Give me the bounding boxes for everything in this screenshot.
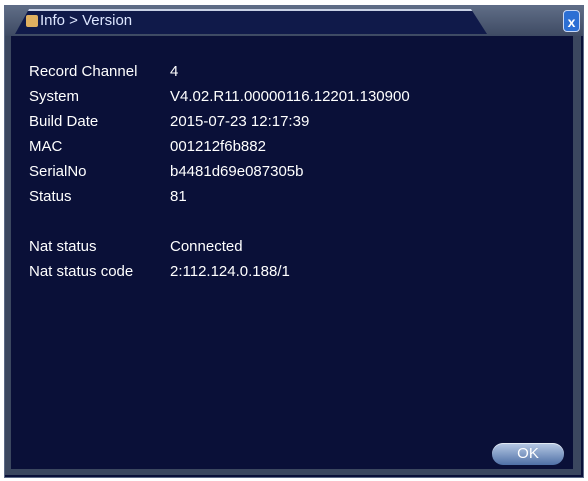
value: 2:112.124.0.188/1 — [170, 263, 290, 280]
label: Build Date — [29, 113, 99, 130]
close-icon: x — [567, 14, 576, 30]
label: Nat status — [29, 238, 97, 255]
close-button[interactable]: x — [563, 10, 580, 32]
value: b4481d69e087305b — [170, 163, 304, 180]
label: Nat status code — [29, 263, 134, 280]
info-row-record-channel: Record Channel 4 — [29, 62, 178, 82]
label: System — [29, 88, 80, 105]
info-row-system: System V4.02.R11.00000116.12201.130900 — [29, 87, 410, 107]
label: SerialNo — [29, 163, 87, 180]
info-row-build-date: Build Date 2015-07-23 12:17:39 — [29, 112, 309, 132]
value: V4.02.R11.00000116.12201.130900 — [170, 88, 410, 105]
info-row-status: Status 81 — [29, 187, 187, 207]
value: 001212f6b882 — [170, 138, 266, 155]
info-panel: Record Channel 4 System V4.02.R11.00000116… — [5, 36, 581, 475]
value: 2015-07-23 12:17:39 — [170, 113, 310, 130]
version-info-window: Info > Version x Record Channel 4 System V… — [4, 5, 584, 478]
label: Record Channel — [29, 63, 138, 80]
info-row-mac: MAC 001212f6b882 — [29, 137, 266, 157]
label: Status — [29, 188, 72, 205]
ok-button[interactable]: OK — [492, 443, 564, 465]
label: MAC — [29, 138, 63, 155]
nat-status-code-row: Nat status code 2:112.124.0.188/1 — [29, 262, 290, 282]
nat-status-row: Nat status Connected — [29, 237, 243, 257]
value: 81 — [170, 188, 187, 205]
folder-icon — [26, 15, 38, 27]
window-title: Info > Version — [40, 12, 133, 29]
info-row-serialno: SerialNo b4481d69e087305b — [29, 162, 303, 182]
value: Connected — [170, 238, 243, 255]
value: 4 — [170, 63, 179, 80]
title-bar: Info > Version x — [5, 6, 583, 36]
